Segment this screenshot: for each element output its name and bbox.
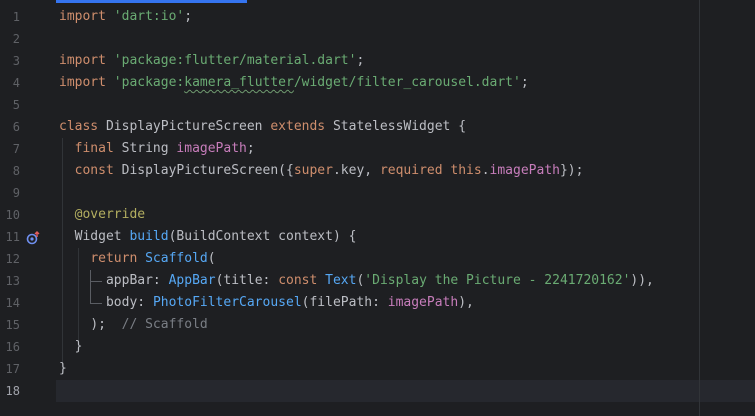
line-number[interactable]: 10	[0, 204, 20, 226]
token: imagePath	[176, 141, 247, 156]
line-number[interactable]: 2	[0, 28, 20, 50]
token: 'package:flutter/material.dart'	[113, 53, 357, 68]
token: const	[278, 273, 318, 288]
token: .key,	[332, 163, 380, 178]
token: Widget	[74, 229, 122, 244]
token: StatelessWidget	[332, 119, 451, 134]
token: Scaffold	[145, 251, 208, 266]
token: AppBar	[168, 273, 216, 288]
line-number[interactable]: 4	[0, 72, 20, 94]
override-up-arrow-icon[interactable]	[26, 231, 40, 245]
token: /widget/filter_carousel.dart'	[293, 75, 521, 90]
token: ;	[246, 141, 255, 156]
line-number[interactable]: 11	[0, 226, 20, 248]
token: 'dart:io'	[113, 9, 185, 24]
token: (filePath:	[301, 295, 388, 310]
line-number[interactable]: 12	[0, 248, 20, 270]
code-line-10: @override	[59, 204, 755, 226]
line-number-gutter[interactable]: 1 2 3 4 5 6 7 8 9 10 11 12 13 14 15 16 17 18	[0, 0, 56, 416]
token: const	[74, 163, 114, 178]
token: Text	[325, 273, 357, 288]
token: imagePath	[489, 163, 560, 178]
token: @override	[74, 207, 146, 222]
line-number[interactable]: 18	[0, 380, 20, 402]
line-number[interactable]: 13	[0, 270, 20, 292]
token: appBar:	[105, 273, 169, 288]
code-line-12: return Scaffold(	[59, 248, 755, 270]
token: });	[559, 163, 584, 178]
token: {	[458, 119, 467, 134]
code-line-8: const DisplayPictureScreen({super.key, r…	[59, 160, 755, 182]
token: import	[59, 53, 106, 68]
token: extends	[270, 119, 326, 134]
token: (BuildContext context) {	[168, 229, 357, 244]
token: required	[379, 163, 443, 178]
token: final	[74, 141, 114, 156]
line-number[interactable]: 1	[0, 6, 20, 28]
code-line-3: import 'package:flutter/material.dart';	[59, 50, 755, 72]
line-number[interactable]: 14	[0, 292, 20, 314]
code-editor[interactable]: 1 2 3 4 5 6 7 8 9 10 11 12 13 14 15 16 17 18 import 'dart…	[0, 0, 755, 416]
token: }	[59, 361, 67, 376]
line-number[interactable]: 16	[0, 336, 20, 358]
code-area[interactable]: import 'dart:io'; import 'package:flutte…	[59, 6, 755, 402]
token: DisplayPictureScreen	[121, 163, 279, 178]
line-number[interactable]: 6	[0, 116, 20, 138]
token: body:	[105, 295, 153, 310]
token: PhotoFilterCarousel	[152, 295, 302, 310]
code-line-7: final String imagePath;	[59, 138, 755, 160]
token: this	[450, 163, 482, 178]
token: import	[59, 9, 106, 24]
line-number[interactable]: 15	[0, 314, 20, 336]
token: build	[129, 229, 169, 244]
token: DisplayPictureScreen	[105, 119, 263, 134]
token: 'package:	[113, 75, 185, 90]
token: (title:	[215, 273, 279, 288]
code-line-18[interactable]	[59, 380, 755, 402]
code-line-15: ); // Scaffold	[59, 314, 755, 336]
code-line-11: Widget build(BuildContext context) {	[59, 226, 755, 248]
token: ),	[458, 295, 474, 310]
code-line-1: import 'dart:io';	[59, 6, 755, 28]
token: ;	[184, 9, 193, 24]
token: );	[90, 317, 106, 332]
token: import	[59, 75, 106, 90]
token: (	[207, 251, 216, 266]
code-line-14: body: PhotoFilterCarousel(filePath: imag…	[59, 292, 755, 314]
line-number[interactable]: 7	[0, 138, 20, 160]
code-line-16: }	[59, 336, 755, 358]
token: 'Display the Picture - 2241720162'	[364, 273, 631, 288]
line-number[interactable]: 17	[0, 358, 20, 380]
token: imagePath	[387, 295, 459, 310]
code-line-17: }	[59, 358, 755, 380]
code-line-13: appBar: AppBar(title: const Text('Displa…	[59, 270, 755, 292]
token: .	[481, 163, 490, 178]
line-number[interactable]: 9	[0, 182, 20, 204]
code-line-4: import 'package:kamera_flutter/widget/fi…	[59, 72, 755, 94]
token: String	[121, 141, 169, 156]
token: class	[59, 119, 99, 134]
token: ;	[520, 75, 529, 90]
token: )),	[630, 273, 654, 288]
token: return	[90, 251, 138, 266]
token: // Scaffold	[121, 317, 208, 332]
line-number[interactable]: 8	[0, 160, 20, 182]
token: }	[74, 339, 83, 354]
token: ({	[278, 163, 294, 178]
typo-warning[interactable]: kamera_flutter	[184, 75, 294, 90]
token: ;	[356, 53, 365, 68]
line-number[interactable]: 5	[0, 94, 20, 116]
token: super	[293, 163, 333, 178]
line-number[interactable]: 3	[0, 50, 20, 72]
code-line-6: class DisplayPictureScreen extends State…	[59, 116, 755, 138]
